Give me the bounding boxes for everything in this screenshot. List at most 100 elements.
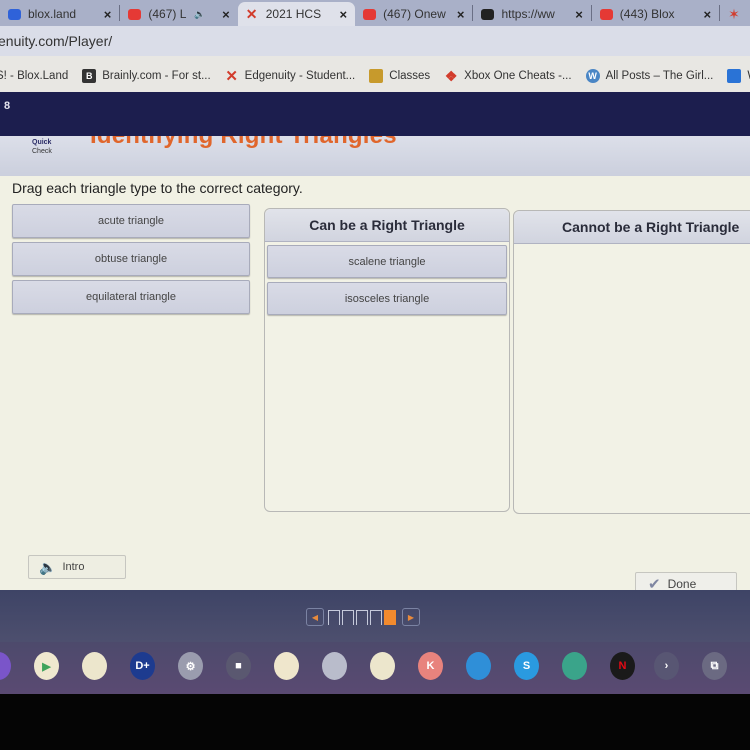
tab-label: blox.land	[28, 7, 77, 21]
bookmark-all-posts[interactable]: W All Posts – The Girl...	[585, 69, 714, 83]
bin-title: Cannot be a Right Triangle	[514, 211, 750, 244]
audio-icon[interactable]: 🔈	[194, 9, 205, 20]
bookmark-label: Edgenuity - Student...	[244, 70, 356, 82]
wordpress-icon: W	[585, 69, 600, 83]
activity-content: Drag each triangle type to the correct c…	[0, 176, 750, 596]
drag-item-obtuse[interactable]: obtuse triangle	[12, 242, 250, 276]
bookmark-classes[interactable]: Classes	[369, 69, 430, 83]
source-item-list: acute triangle obtuse triangle equilater…	[12, 204, 250, 318]
drag-item-scalene[interactable]: scalene triangle	[267, 245, 507, 278]
check-text: Check	[32, 148, 52, 155]
intro-label: Intro	[62, 561, 85, 573]
bookmark-label: Classes	[389, 70, 431, 82]
tab-label: https://ww	[501, 7, 555, 21]
edgenuity-icon: ✕	[225, 68, 238, 85]
tab-youtube-3[interactable]: (443) Blox ×	[592, 2, 719, 26]
shelf-app-list: ▶ D+ ⚙ ■ K S N › ⧉	[0, 652, 750, 680]
app-face-icon[interactable]	[274, 652, 299, 680]
edgenuity-icon: ✕	[245, 5, 258, 22]
player-header: 8	[0, 92, 750, 136]
screen-bezel	[0, 694, 750, 750]
close-icon[interactable]: ×	[222, 7, 230, 22]
bookmark-edgenuity[interactable]: ✕ Edgenuity - Student...	[225, 68, 356, 85]
quick-check-tab[interactable]	[30, 120, 55, 135]
bookmark-label: Xbox One Cheats -...	[464, 70, 572, 82]
bookmark-w[interactable]: W	[727, 69, 750, 83]
tab-edgenuity-active[interactable]: ✕ 2021 HCS ×	[237, 2, 356, 26]
bookmarks-bar: S! - Blox.Land B Brainly.com - For st...…	[0, 56, 750, 96]
drag-item-equilateral[interactable]: equilateral triangle	[12, 280, 250, 314]
tiktok-icon	[481, 8, 495, 20]
tab-tiktok[interactable]: https://ww ×	[473, 2, 590, 26]
close-icon[interactable]: ×	[104, 7, 112, 22]
tab-star-app[interactable]: ✶	[720, 2, 750, 26]
tab-blox-land[interactable]: blox.land ×	[0, 2, 119, 26]
pager-step-2[interactable]	[342, 609, 354, 625]
done-label: Done	[667, 577, 697, 591]
player-footer: ◀ ▶	[0, 590, 750, 642]
tab-youtube-2[interactable]: (467) Onew ×	[355, 2, 472, 26]
close-icon[interactable]: ×	[575, 7, 583, 22]
tab-youtube-1[interactable]: (467) L 🔈 ×	[120, 2, 237, 26]
bookmark-label: Brainly.com - For st...	[102, 70, 211, 82]
more-apps-icon[interactable]: ›	[654, 652, 679, 680]
activity-pager: ◀ ▶	[302, 608, 424, 626]
quick-text: Quick	[32, 139, 52, 146]
tab-label: 2021 HCS	[265, 7, 322, 21]
speaker-icon: 🔈	[39, 558, 57, 575]
app-2-icon[interactable]	[82, 652, 107, 680]
settings-app-icon[interactable]: ⚙	[178, 652, 203, 680]
bookmark-brainly[interactable]: B Brainly.com - For st...	[82, 69, 211, 83]
classroom-icon	[369, 69, 384, 83]
close-icon[interactable]: ×	[457, 7, 465, 22]
os-shelf: ▶ D+ ⚙ ■ K S N › ⧉	[0, 642, 750, 694]
app-car-icon[interactable]	[322, 652, 347, 680]
tab-label: (467) Onew	[383, 7, 446, 21]
drop-zone-can-be-right[interactable]: Can be a Right Triangle scalene triangle…	[264, 208, 510, 512]
pager-step-3[interactable]	[356, 609, 368, 625]
pager-step-5-current[interactable]	[384, 609, 396, 625]
netflix-app-icon[interactable]: N	[610, 652, 635, 680]
shazam-app-icon[interactable]: S	[514, 652, 539, 680]
drag-item-isosceles[interactable]: isosceles triangle	[267, 282, 507, 315]
cheats-icon: ❖	[444, 67, 458, 84]
tab-label: (443) Blox	[619, 7, 675, 21]
youtube-icon	[599, 8, 613, 20]
url-text[interactable]: enuity.com/Player/	[0, 33, 112, 49]
intro-button[interactable]: 🔈 Intro	[28, 555, 126, 579]
lesson-number: 8	[4, 100, 11, 112]
next-activity-button[interactable]: ▶	[402, 608, 420, 626]
browser-tab-strip: blox.land × (467) L 🔈 × ✕ 2021 HCS × (46…	[0, 0, 750, 26]
youtube-icon	[363, 8, 377, 20]
bookmark-blox-land[interactable]: S! - Blox.Land	[0, 70, 68, 82]
close-icon[interactable]: ×	[339, 7, 347, 22]
play-store-app-icon[interactable]: ▶	[34, 652, 59, 680]
bookmark-label: All Posts – The Girl...	[605, 70, 714, 82]
youtube-icon	[128, 8, 142, 20]
disney-plus-app-icon[interactable]: D+	[130, 652, 155, 680]
quick-check-label: Quick Check	[32, 138, 52, 156]
address-bar[interactable]: enuity.com/Player/	[0, 26, 750, 56]
twitch-app-icon[interactable]	[0, 652, 11, 680]
files-app-icon[interactable]	[466, 652, 491, 680]
roblox-app-icon[interactable]: ■	[226, 652, 251, 680]
brainly-icon: B	[82, 69, 97, 83]
close-icon[interactable]: ×	[704, 7, 712, 22]
bin-title: Can be a Right Triangle	[265, 209, 509, 242]
pager-step-4[interactable]	[370, 609, 382, 625]
app-docs-icon[interactable]	[370, 652, 395, 680]
activity-subheader: Quick Check Identifying Right Triangles	[0, 136, 750, 176]
blox-land-icon	[8, 8, 21, 20]
tab-label: (467) L	[148, 7, 187, 21]
overview-icon[interactable]: ⧉	[702, 652, 727, 680]
drop-zone-cannot-be-right[interactable]: Cannot be a Right Triangle	[513, 210, 750, 514]
star-app-icon: ✶	[728, 5, 740, 22]
lesson-title: Identifying Right Triangles	[90, 136, 397, 150]
drag-item-acute[interactable]: acute triangle	[12, 204, 250, 238]
instructions: Drag each triangle type to the correct c…	[12, 180, 303, 196]
pager-step-1[interactable]	[328, 609, 340, 625]
app-photos-icon[interactable]	[562, 652, 587, 680]
previous-activity-button[interactable]: ◀	[306, 608, 324, 626]
bookmark-xbox-cheats[interactable]: ❖ Xbox One Cheats -...	[444, 67, 572, 84]
app-k-icon[interactable]: K	[418, 652, 443, 680]
